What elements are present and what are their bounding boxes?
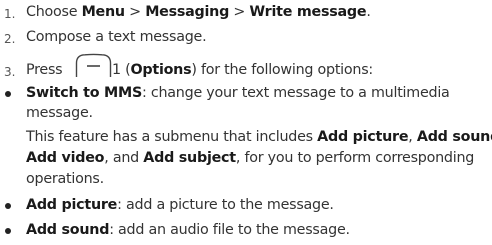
note-text: , and (104, 150, 144, 166)
note-text: , (408, 129, 417, 145)
note-text: This feature has a submenu that includes (26, 129, 318, 145)
submenu-item: Add subject (143, 150, 236, 166)
step-1-prefix: Choose (26, 4, 82, 20)
option-description: : change your text message to a multimed… (142, 85, 450, 101)
submenu-note-line-2: Add video, and Add subject, for you to p… (26, 148, 474, 169)
option-add-sound: Add sound: add an audio file to the mess… (26, 220, 350, 241)
option-description: : add a picture to the message. (117, 197, 334, 213)
bullet (5, 203, 11, 209)
step-number: 2. (4, 32, 16, 46)
step-number: 1. (4, 7, 16, 21)
bullet (5, 91, 11, 97)
menu-path-item: Messaging (145, 4, 230, 20)
option-term: Switch to MMS (26, 85, 143, 101)
option-add-picture: Add picture: add a picture to the messag… (26, 195, 334, 216)
option-description-cont: message. (26, 105, 93, 121)
step-1-text: Choose Menu > Messaging > Write message. (26, 2, 371, 23)
step-3-text: 1 (Options) for the following options: (112, 60, 373, 81)
bullet (5, 228, 11, 234)
step-3-prefix: Press (26, 62, 63, 78)
note-text: , for you to perform corresponding (235, 150, 475, 166)
option-switch-mms: Switch to MMS: change your text message … (26, 83, 450, 104)
softkey-icon (75, 53, 112, 78)
step-2-text: Compose a text message. (26, 29, 207, 45)
menu-path-item: Write message (249, 4, 367, 20)
option-term: Add sound (26, 222, 110, 238)
options-key-label: Options (130, 62, 192, 78)
step-1-suffix: . (366, 4, 371, 20)
help-document: 1. Choose Menu > Messaging > Write messa… (0, 0, 492, 245)
step-number: 3. (4, 65, 16, 79)
submenu-note-line-3: operations. (26, 171, 104, 187)
submenu-note-line-1: This feature has a submenu that includes… (26, 127, 492, 148)
option-description: : add an audio file to the message. (109, 222, 350, 238)
submenu-item: Add sound (416, 129, 492, 145)
path-separator: > (229, 4, 250, 20)
step-3-suffix: ) for the following options: (191, 62, 373, 78)
path-separator: > (124, 4, 146, 20)
option-term: Add picture (26, 197, 118, 213)
key-number: 1 ( (112, 62, 131, 78)
menu-path-item: Menu (81, 4, 126, 20)
submenu-item: Add picture (317, 129, 409, 145)
submenu-item: Add video (26, 150, 105, 166)
